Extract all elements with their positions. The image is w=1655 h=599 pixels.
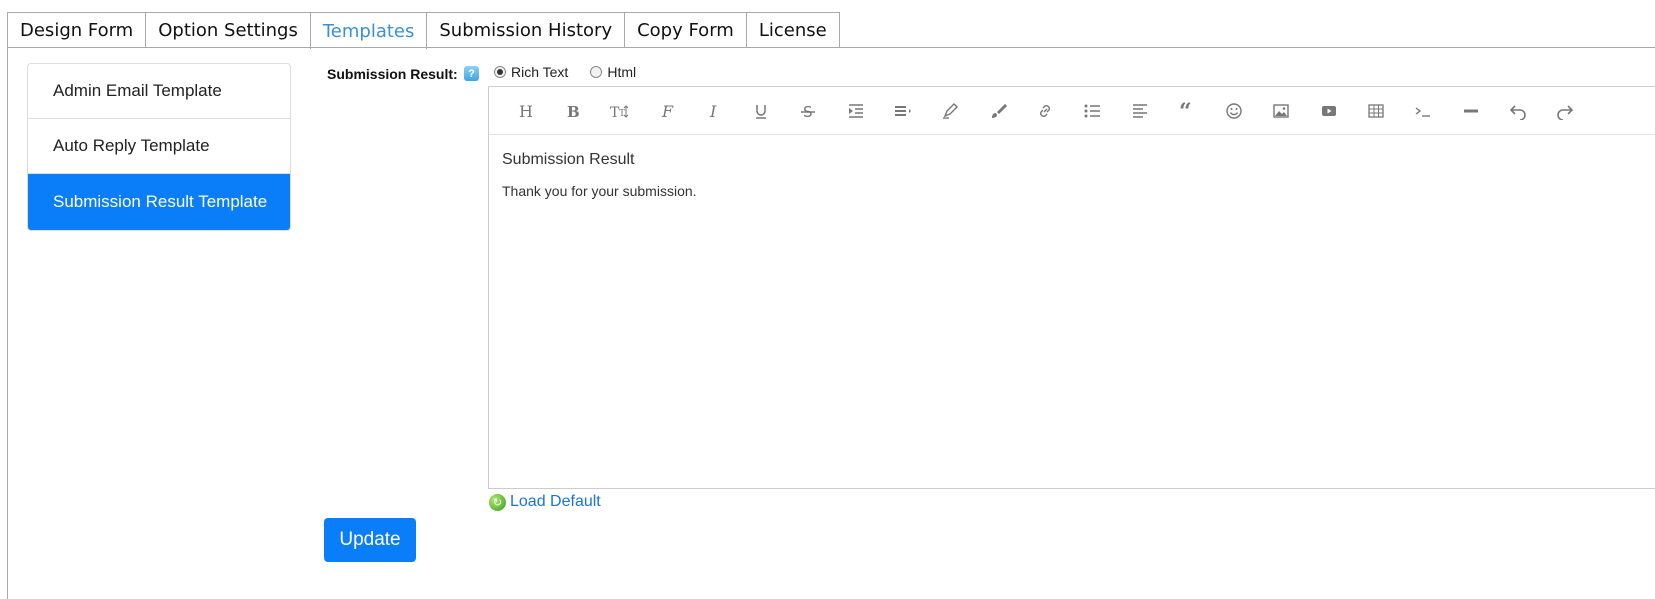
load-default-link[interactable]: ↻ Load Default [489,493,601,511]
line-height-icon[interactable] [879,96,926,126]
tab-copy-form[interactable]: Copy Form [624,12,747,47]
format-radio-group: Rich Text Html [494,64,658,80]
svg-text:“: “ [1179,102,1192,120]
editor-content[interactable]: Submission Result Thank you for your sub… [489,135,1655,215]
svg-text:H: H [519,102,533,120]
svg-text:I: I [709,102,717,120]
radio-html-label: Html [607,64,637,80]
code-icon[interactable] [1400,96,1447,126]
template-item-auto-reply[interactable]: Auto Reply Template [28,119,290,174]
horizontal-rule-icon[interactable] [1447,96,1494,126]
quote-icon[interactable]: “ [1163,96,1210,126]
radio-rich-text-label: Rich Text [511,64,569,80]
font-family-icon[interactable]: F [643,96,690,126]
align-left-icon[interactable] [1116,96,1163,126]
submission-result-label: Submission Result: [327,66,458,82]
tab-submission-history[interactable]: Submission History [426,12,626,47]
highlight-icon[interactable] [927,96,974,126]
paint-brush-icon[interactable] [974,96,1021,126]
table-icon[interactable] [1352,96,1399,126]
radio-rich-text[interactable]: Rich Text [494,64,568,80]
image-icon[interactable] [1258,96,1305,126]
rich-text-editor: H B TT F I S “ Submission Result Thank y… [488,86,1655,489]
tab-bar: Design Form Option Settings Templates Su… [7,12,840,49]
video-icon[interactable] [1305,96,1352,126]
svg-text:T: T [619,109,625,119]
reload-icon: ↻ [489,493,506,511]
radio-html-dot[interactable] [590,66,603,78]
svg-text:B: B [567,103,580,120]
font-size-icon[interactable]: TT [596,96,643,126]
editor-heading: Submission Result [502,151,635,168]
template-list: Admin Email Template Auto Reply Template… [27,63,291,231]
radio-rich-text-dot[interactable] [494,66,506,78]
link-icon[interactable] [1021,96,1068,126]
tab-design-form[interactable]: Design Form [7,12,147,47]
italic-icon[interactable]: I [690,96,737,126]
bold-icon[interactable]: B [548,96,595,126]
editor-body-text: Thank you for your submission. [502,183,697,199]
load-default-label: Load Default [510,493,601,510]
unordered-list-icon[interactable] [1069,96,1116,126]
tab-option-settings[interactable]: Option Settings [145,12,311,47]
template-item-admin-email[interactable]: Admin Email Template [28,64,290,119]
emoji-icon[interactable] [1210,96,1257,126]
tab-license[interactable]: License [745,12,840,47]
svg-text:F: F [661,102,674,120]
help-icon[interactable]: ? [464,66,479,81]
tab-templates[interactable]: Templates [309,12,428,49]
underline-icon[interactable] [737,96,784,126]
undo-icon[interactable] [1494,96,1541,126]
radio-html[interactable]: Html [590,64,636,80]
editor-toolbar: H B TT F I S “ [489,87,1655,135]
heading-icon[interactable]: H [501,96,548,126]
template-item-submission-result[interactable]: Submission Result Template [28,174,290,230]
tab-divider [7,47,1655,48]
panel-border [7,47,8,599]
indent-icon[interactable] [832,96,879,126]
strikethrough-icon[interactable]: S [785,96,832,126]
update-button[interactable]: Update [324,518,416,562]
redo-icon[interactable] [1542,96,1589,126]
